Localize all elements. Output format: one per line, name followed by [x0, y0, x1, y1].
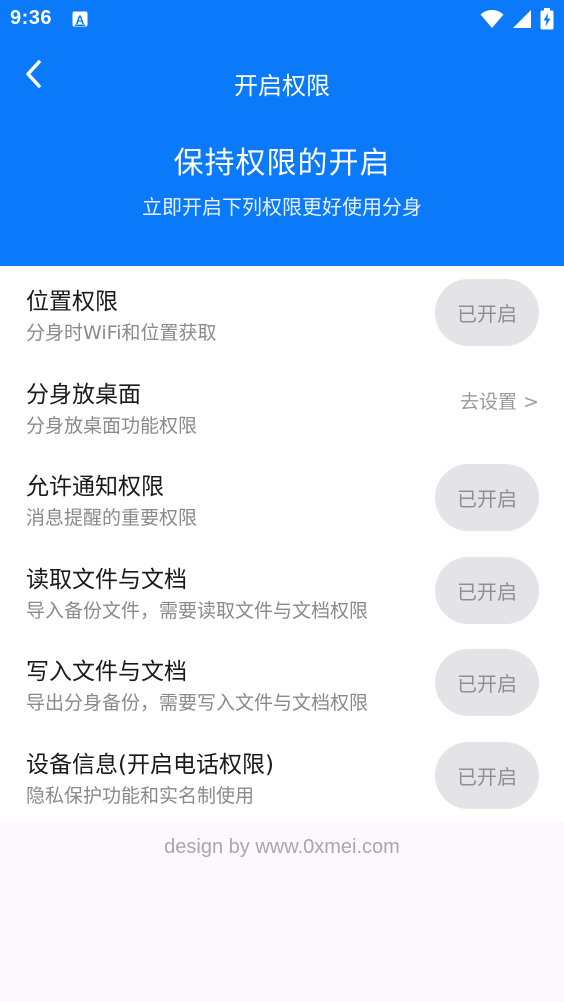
- hero-subtitle: 立即开启下列权限更好使用分身: [142, 195, 422, 219]
- permission-desc: 隐私保护功能和实名制使用: [26, 784, 255, 807]
- header-area: 9:36 A 开启权限 保持权限的开启 立即开启下列权限更好使用分身: [0, 0, 564, 266]
- enabled-button[interactable]: 已开启: [435, 741, 539, 809]
- status-icons: [480, 8, 554, 34]
- permission-title: 位置权限: [26, 289, 118, 315]
- permission-desc: 导出分身备份，需要写入文件与文档权限: [26, 692, 369, 714]
- hero-title: 保持权限的开启: [173, 146, 391, 181]
- page-title: 开启权限: [234, 72, 330, 100]
- status-bar: 9:36 A: [0, 0, 564, 38]
- permission-title: 分身放桌面: [26, 381, 141, 408]
- enabled-button[interactable]: 已开启: [435, 279, 539, 346]
- permission-desc: 分身时WiFi和位置获取: [26, 322, 217, 344]
- status-time: 9:36: [10, 7, 53, 29]
- permission-item-read-files: 读取文件与文档 导入备份文件，需要读取文件与文档权限 已开启: [0, 544, 564, 637]
- wifi-icon: [480, 9, 504, 33]
- permission-list: 位置权限 分身时WiFi和位置获取 已开启 分身放桌面 分身放桌面功能权限 去设…: [0, 266, 564, 822]
- permission-item-notification: 允许通知权限 消息提醒的重要权限 已开启: [0, 451, 564, 544]
- permission-item-device-info: 设备信息(开启电话权限) 隐私保护功能和实名制使用 已开启: [0, 729, 564, 822]
- permission-item-write-files: 写入文件与文档 导出分身备份，需要写入文件与文档权限 已开启: [0, 636, 564, 729]
- enabled-button[interactable]: 已开启: [435, 556, 539, 624]
- permission-item-desktop-shortcut: 分身放桌面 分身放桌面功能权限 去设置 >: [0, 359, 564, 452]
- enabled-button[interactable]: 已开启: [435, 464, 539, 531]
- permission-title: 写入文件与文档: [26, 659, 187, 685]
- go-settings-link[interactable]: 去设置 >: [460, 387, 539, 414]
- permission-title: 读取文件与文档: [26, 566, 187, 593]
- permission-desc: 分身放桌面功能权限: [26, 414, 198, 437]
- enabled-button[interactable]: 已开启: [435, 649, 539, 716]
- permission-desc: 消息提醒的重要权限: [26, 507, 198, 529]
- navbar: 开启权限: [0, 46, 564, 116]
- footer-credit: design by www.0xmei.com: [164, 836, 400, 858]
- permission-title: 设备信息(开启电话权限): [26, 751, 274, 778]
- signal-icon: [512, 9, 532, 33]
- permissions-page: 9:36 A 开启权限 保持权限的开启 立即开启下列权限更好使用分身 位置权限 …: [0, 0, 564, 1002]
- a-icon: A: [72, 11, 88, 27]
- battery-charging-icon: [540, 8, 554, 34]
- permission-desc: 导入备份文件，需要读取文件与文档权限: [26, 599, 369, 622]
- permission-title: 允许通知权限: [26, 474, 164, 500]
- permission-item-location: 位置权限 分身时WiFi和位置获取 已开启: [0, 266, 564, 359]
